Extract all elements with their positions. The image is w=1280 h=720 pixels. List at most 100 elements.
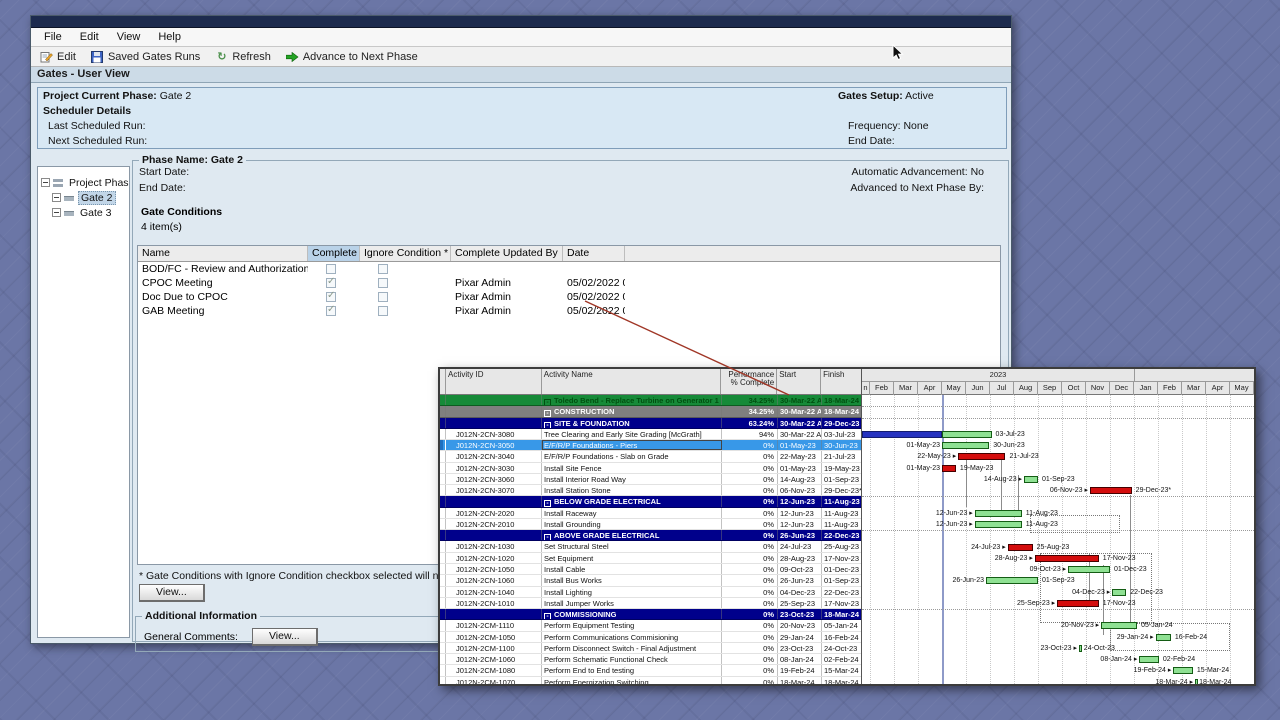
ignore-condition-checkbox[interactable] — [378, 278, 388, 288]
gantt-row[interactable]: J012N-2CN-2020Install Raceway0%12-Jun-23… — [440, 508, 861, 519]
conditions-col-name[interactable]: Name — [138, 246, 308, 261]
gantt-row[interactable]: J012N-2CN-3040E/F/R/P Foundations - Slab… — [440, 451, 861, 462]
conditions-col-date[interactable]: Date — [563, 246, 625, 261]
gantt-row[interactable]: J012N-2CM-1070Perform Energization Switc… — [440, 677, 861, 684]
activity-bar[interactable] — [975, 510, 1022, 517]
gantt-row[interactable]: -COMMISSIONING0%23-Oct-2318-Mar-24 — [440, 609, 861, 620]
gantt-row[interactable]: J012N-2CM-1100Perform Disconnect Switch … — [440, 643, 861, 654]
gantt-row[interactable]: J012N-2CM-1110Perform Equipment Testing0… — [440, 620, 861, 631]
activity-bar[interactable] — [1079, 645, 1082, 652]
toolbar-button-saved-gates-runs[interactable]: Saved Gates Runs — [86, 50, 208, 64]
gantt-row[interactable]: J012N-2CM-1060Perform Schematic Function… — [440, 654, 861, 665]
ignore-condition-checkbox[interactable] — [378, 264, 388, 274]
gantt-row[interactable]: J012N-2CN-1050Install Cable0%09-Oct-2301… — [440, 564, 861, 575]
collapse-box-icon[interactable]: - — [544, 399, 551, 405]
activity-bar[interactable] — [1057, 600, 1099, 607]
complete-checkbox[interactable] — [326, 278, 336, 288]
complete-cell — [308, 264, 360, 274]
gantt-row[interactable]: J012N-2CN-3080Tree Clearing and Early Si… — [440, 429, 861, 440]
tree-collapse-icon[interactable] — [41, 178, 50, 187]
toolbar-button-edit[interactable]: Edit — [35, 50, 84, 64]
gantt-row[interactable]: J012N-2CN-3030Install Site Fence0%01-May… — [440, 463, 861, 474]
activity-bar[interactable] — [986, 577, 1038, 584]
activity-bar[interactable] — [1139, 656, 1158, 663]
table-row[interactable]: Doc Due to CPOCPixar Admin05/02/2022 0 — [138, 290, 1000, 304]
tree-item-gate-3[interactable]: Gate 3 — [38, 205, 129, 220]
activity-bar[interactable] — [1112, 589, 1126, 596]
tree-item-project-phases[interactable]: Project Phases — [38, 175, 129, 190]
collapse-box-icon[interactable]: - — [544, 422, 551, 428]
gantt-row[interactable]: J012N-2CN-2010Install Grounding0%12-Jun-… — [440, 519, 861, 530]
date-cell: 05/02/2022 0 — [563, 277, 625, 289]
actual-progress-bar[interactable] — [862, 431, 942, 438]
gantt-row[interactable]: J012N-2CN-3070Install Station Stone0%06-… — [440, 485, 861, 496]
gantt-row[interactable]: J012N-2CN-1030Set Structural Steel0%24-J… — [440, 541, 861, 552]
conditions-col-ignore-condition-[interactable]: Ignore Condition * — [360, 246, 451, 261]
cell-activity-name: -SITE & FOUNDATION — [542, 418, 722, 428]
tree-collapse-icon[interactable] — [52, 208, 61, 217]
gantt-row[interactable]: -BELOW GRADE ELECTRICAL0%12-Jun-2311-Aug… — [440, 496, 861, 507]
activity-bar[interactable] — [1035, 555, 1099, 562]
activity-bar[interactable] — [1008, 544, 1033, 551]
collapse-box-icon[interactable]: - — [544, 534, 551, 540]
cell-start: 26-Jun-23 — [778, 530, 822, 540]
gantt-row[interactable]: J012N-2CN-3050E/F/R/P Foundations - Pier… — [440, 440, 861, 451]
gantt-row[interactable]: J012N-2CN-1020Set Equipment0%28-Aug-2317… — [440, 553, 861, 564]
toolbar-button-refresh[interactable]: ↻Refresh — [210, 50, 279, 64]
cell-activity-name: E/F/R/P Foundations - Slab on Grade — [542, 451, 722, 461]
activity-bar[interactable] — [1156, 634, 1171, 641]
gantt-row[interactable]: -CONSTRUCTION34.25%30-Mar-22 A18-Mar-24 — [440, 406, 861, 417]
collapse-box-icon[interactable]: - — [544, 500, 551, 506]
complete-checkbox[interactable] — [326, 264, 336, 274]
complete-checkbox[interactable] — [326, 292, 336, 302]
scheduler-details-label: Scheduler Details — [43, 105, 131, 117]
activity-bar[interactable] — [942, 465, 956, 472]
view-button[interactable]: View... — [139, 584, 205, 602]
edit-icon — [40, 51, 53, 63]
bar-start-label: 04-Dec-23 ▸ — [1072, 589, 1110, 597]
ignore-condition-checkbox[interactable] — [378, 292, 388, 302]
table-row[interactable]: GAB MeetingPixar Admin05/02/2022 0 — [138, 304, 1000, 318]
gantt-row[interactable]: J012N-2CM-1080Perform End to End testing… — [440, 665, 861, 676]
toolbar-button-advance-to-next-phase[interactable]: Advance to Next Phase — [281, 50, 426, 64]
gantt-row[interactable]: J012N-2CM-1050Perform Communications Com… — [440, 632, 861, 643]
collapse-box-icon[interactable]: - — [544, 410, 551, 416]
gantt-row[interactable]: J012N-2CN-1010Install Jumper Works0%25-S… — [440, 598, 861, 609]
cell-activity-name: -CONSTRUCTION — [542, 406, 722, 416]
menu-view[interactable]: View — [108, 29, 150, 45]
conditions-col-complete[interactable]: Complete — [308, 246, 360, 261]
complete-checkbox[interactable] — [326, 306, 336, 316]
general-comments-view-button[interactable]: View... — [252, 628, 318, 646]
table-row[interactable]: CPOC MeetingPixar Admin05/02/2022 0 — [138, 276, 1000, 290]
gantt-row[interactable]: J012N-2CN-1040Install Lighting0%04-Dec-2… — [440, 587, 861, 598]
activity-bar[interactable] — [1068, 566, 1110, 573]
activity-bar[interactable] — [942, 442, 989, 449]
remaining-bar[interactable] — [942, 431, 992, 438]
activity-bar[interactable] — [1024, 476, 1038, 483]
activity-bar[interactable] — [1090, 487, 1132, 494]
month-cell-jan-12: Jan — [1134, 382, 1158, 395]
conditions-col-blank[interactable] — [625, 246, 1000, 261]
menu-help[interactable]: Help — [149, 29, 190, 45]
conditions-col-complete-updated-by[interactable]: Complete Updated By — [451, 246, 563, 261]
tree-item-gate-2[interactable]: Gate 2 — [38, 190, 129, 205]
gantt-row[interactable]: J012N-2CN-1060Install Bus Works0%26-Jun-… — [440, 575, 861, 586]
menu-file[interactable]: File — [35, 29, 71, 45]
gantt-bar-row: 06-Nov-23 ▸29-Dec-23* — [862, 485, 1254, 496]
collapse-box-icon[interactable]: - — [544, 613, 551, 619]
ignore-condition-checkbox[interactable] — [378, 306, 388, 316]
tree-collapse-icon[interactable] — [52, 193, 61, 202]
gantt-row[interactable]: J012N-2CN-3060Install Interior Road Way0… — [440, 474, 861, 485]
month-cell-n-0: n — [862, 382, 870, 395]
activity-bar[interactable] — [1195, 679, 1198, 684]
activity-bar[interactable] — [975, 521, 1022, 528]
gantt-row[interactable]: -Toledo Bend - Replace Turbine on Genera… — [440, 395, 861, 406]
gantt-row[interactable]: -ABOVE GRADE ELECTRICAL0%26-Jun-2322-Dec… — [440, 530, 861, 541]
table-row[interactable]: BOD/FC - Review and Authorization — [138, 262, 1000, 276]
activity-bar[interactable] — [1173, 667, 1192, 674]
gantt-row[interactable]: -SITE & FOUNDATION63.24%30-Mar-22 A29-De… — [440, 418, 861, 429]
menu-edit[interactable]: Edit — [71, 29, 108, 45]
activity-bar[interactable] — [1101, 622, 1137, 629]
gantt-bar-row: 19-Feb-24 ▸15-Mar-24 — [862, 665, 1254, 676]
activity-bar[interactable] — [958, 453, 1005, 460]
